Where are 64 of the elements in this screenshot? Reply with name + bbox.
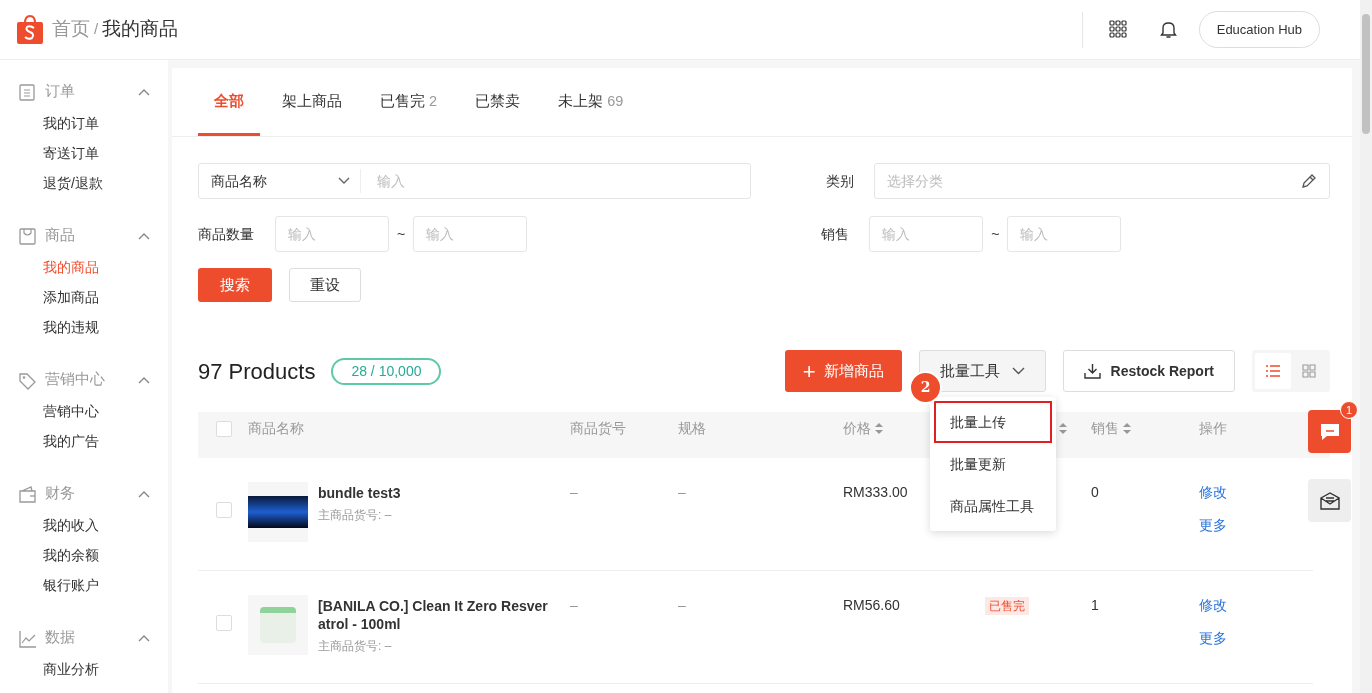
action-link[interactable]: 更多 [1199, 628, 1227, 649]
breadcrumb-separator: / [94, 19, 99, 40]
action-link[interactable]: 修改 [1199, 595, 1227, 616]
restock-report-button[interactable]: Restock Report [1062, 350, 1235, 392]
sidebar-item[interactable]: 我的违规 [0, 312, 99, 342]
sidebar-item[interactable]: 添加商品 [0, 282, 99, 312]
column-header: 规格 [678, 419, 706, 439]
tab[interactable]: 已禁卖 [459, 91, 537, 136]
sidebar-item[interactable]: 我的广告 [0, 426, 99, 456]
filter-label: 销售 [821, 224, 851, 244]
parent-sku-text: 主商品货号: – [318, 638, 393, 655]
tab[interactable]: 已售完 2 [364, 91, 454, 136]
sidebar-item[interactable]: 银行账户 [0, 570, 99, 600]
column-header: 商品名称 [248, 419, 304, 439]
category-field[interactable]: 选择分类 [874, 163, 1330, 199]
filter-label: 商品数量 [198, 224, 255, 244]
price-cell: RM333.00 [843, 484, 908, 500]
variation-cell: – [678, 597, 686, 613]
sales-cell: 0 [1091, 484, 1099, 500]
breadcrumb-item: 我的商品 [102, 17, 179, 42]
sidebar-item[interactable]: 我的收入 [0, 510, 99, 540]
filter-label: 类别 [826, 171, 855, 191]
range-max-field[interactable]: 输入 [413, 216, 528, 252]
price-cell: RM56.60 [843, 597, 900, 613]
product-name[interactable]: [BANILA CO.] Clean It Zero Resver atrol - 100ml [318, 597, 570, 633]
variation-cell: – [678, 484, 686, 500]
sidebar-section-title: 财务 [45, 484, 76, 504]
sidebar-item[interactable]: 我的余额 [0, 540, 99, 570]
status-tag: 已售完 [985, 597, 1029, 615]
search-button[interactable]: 搜索 [198, 268, 272, 302]
sidebar-item[interactable]: 我的商品 [0, 252, 99, 282]
sidebar-item[interactable]: 我的订单 [0, 108, 99, 138]
sidebar-item[interactable]: 寄送订单 [0, 138, 99, 168]
sidebar-item[interactable]: 退货/退款 [0, 168, 103, 198]
sidebar-section-title: 订单 [45, 82, 76, 102]
action-link[interactable]: 更多 [1199, 515, 1227, 536]
sidebar-section-title: 商品 [45, 226, 76, 246]
reset-button[interactable]: 重设 [289, 268, 361, 302]
tab[interactable]: 架上商品 [266, 91, 358, 136]
action-link[interactable]: 修改 [1199, 482, 1227, 503]
tab[interactable]: 全部 [198, 91, 260, 136]
sidebar-item[interactable]: 营销中心 [0, 396, 99, 426]
range-separator: ~ [991, 224, 1000, 244]
sidebar-item[interactable]: 商业分析 [0, 654, 99, 684]
range-separator: ~ [397, 224, 406, 244]
parent-sku-text: 主商品货号: – [318, 507, 393, 524]
range-min-field[interactable]: 输入 [869, 216, 984, 252]
product-quota-badge: 28 / 10,000 [331, 357, 442, 385]
range-max-field[interactable]: 输入 [1007, 216, 1122, 252]
product-name[interactable]: bundle test3 [318, 484, 401, 502]
sidebar-section-title: 营销中心 [45, 370, 106, 390]
column-header: 操作 [1199, 419, 1227, 439]
tab[interactable]: 未上架 69 [542, 91, 640, 136]
sku-cell: – [570, 597, 578, 613]
account-button[interactable]: Education Hub [1198, 10, 1320, 49]
sidebar-section-title: 数据 [45, 628, 76, 648]
sales-cell: 1 [1091, 597, 1099, 613]
add-product-button[interactable]: + 新增商品 [784, 350, 902, 392]
product-search-field[interactable]: 商品名称 输入 [198, 163, 751, 199]
column-header: 商品货号 [570, 419, 626, 439]
dropdown-item[interactable]: 批量上传 [934, 401, 1052, 443]
sku-cell: – [570, 484, 578, 500]
range-min-field[interactable]: 输入 [275, 216, 389, 252]
products-count-title: 97 Products [198, 357, 316, 386]
